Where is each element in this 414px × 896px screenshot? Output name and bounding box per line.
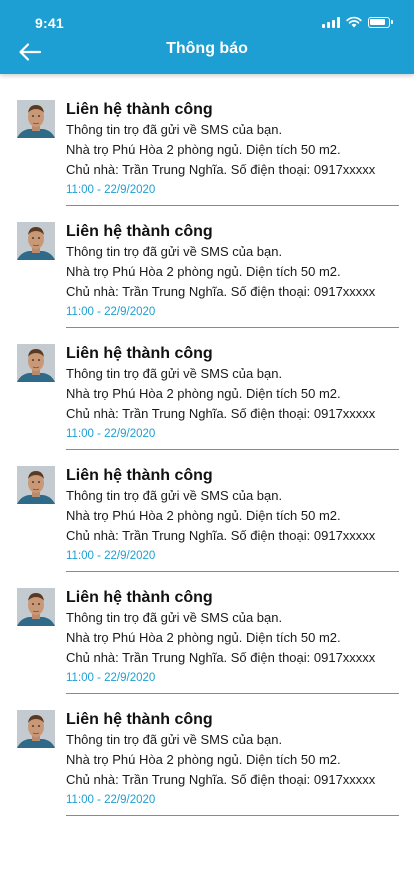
notification-owner-info: Chủ nhà: Trần Trung Nghĩa. Số điện thoại… [66, 650, 376, 665]
notification-owner-info: Chủ nhà: Trần Trung Nghĩa. Số điện thoại… [66, 162, 376, 177]
notification-content: Liên hệ thành công Thông tin trọ đã gửi … [66, 466, 406, 565]
notification-item[interactable]: Liên hệ thành công Thông tin trọ đã gửi … [0, 218, 414, 340]
notification-time: 11:00 - 22/9/2020 [66, 550, 156, 562]
app-header: 9:41 Thông báo [0, 0, 414, 74]
status-time: 9:41 [35, 15, 64, 31]
notification-message: Thông tin trọ đã gửi về SMS của bạn. [66, 366, 283, 381]
notification-title: Liên hệ thành công [66, 223, 213, 240]
notification-message: Thông tin trọ đã gửi về SMS của bạn. [66, 244, 283, 259]
notification-time: 11:00 - 22/9/2020 [66, 306, 156, 318]
avatar [17, 100, 55, 138]
notification-item[interactable]: Liên hệ thành công Thông tin trọ đã gửi … [0, 462, 414, 584]
notification-title: Liên hệ thành công [66, 589, 213, 606]
page-title: Thông báo [166, 40, 248, 57]
notification-content: Liên hệ thành công Thông tin trọ đã gửi … [66, 710, 406, 809]
notification-time: 11:00 - 22/9/2020 [66, 672, 156, 684]
divider [66, 571, 399, 572]
divider [66, 815, 399, 816]
notification-item[interactable]: Liên hệ thành công Thông tin trọ đã gửi … [0, 584, 414, 706]
notification-owner-info: Chủ nhà: Trần Trung Nghĩa. Số điện thoại… [66, 406, 376, 421]
notification-title: Liên hệ thành công [66, 711, 213, 728]
notification-content: Liên hệ thành công Thông tin trọ đã gửi … [66, 588, 406, 687]
notification-item[interactable]: Liên hệ thành công Thông tin trọ đã gửi … [0, 706, 414, 828]
notification-title: Liên hệ thành công [66, 467, 213, 484]
notification-room-info: Nhà trọ Phú Hòa 2 phòng ngủ. Diện tích 5… [66, 752, 341, 767]
notification-owner-info: Chủ nhà: Trần Trung Nghĩa. Số điện thoại… [66, 772, 376, 787]
avatar [17, 466, 55, 504]
notification-content: Liên hệ thành công Thông tin trọ đã gửi … [66, 222, 406, 321]
avatar [17, 222, 55, 260]
status-bar: 9:41 [0, 0, 414, 40]
notification-time: 11:00 - 22/9/2020 [66, 428, 156, 440]
notification-room-info: Nhà trọ Phú Hòa 2 phòng ngủ. Diện tích 5… [66, 508, 341, 523]
notification-item[interactable]: Liên hệ thành công Thông tin trọ đã gửi … [0, 96, 414, 218]
notification-room-info: Nhà trọ Phú Hòa 2 phòng ngủ. Diện tích 5… [66, 386, 341, 401]
notification-list: Liên hệ thành công Thông tin trọ đã gửi … [0, 96, 414, 828]
avatar [17, 588, 55, 626]
divider [66, 327, 399, 328]
notification-message: Thông tin trọ đã gửi về SMS của bạn. [66, 610, 283, 625]
notification-owner-info: Chủ nhà: Trần Trung Nghĩa. Số điện thoại… [66, 528, 376, 543]
notification-time: 11:00 - 22/9/2020 [66, 794, 156, 806]
notification-room-info: Nhà trọ Phú Hòa 2 phòng ngủ. Diện tích 5… [66, 630, 341, 645]
divider [66, 693, 399, 694]
notification-room-info: Nhà trọ Phú Hòa 2 phòng ngủ. Diện tích 5… [66, 264, 341, 279]
divider [66, 449, 399, 450]
signal-icon [322, 16, 340, 28]
notification-room-info: Nhà trọ Phú Hòa 2 phòng ngủ. Diện tích 5… [66, 142, 341, 157]
wifi-icon [346, 16, 362, 28]
battery-icon [368, 16, 393, 28]
notification-content: Liên hệ thành công Thông tin trọ đã gửi … [66, 100, 406, 199]
notification-content: Liên hệ thành công Thông tin trọ đã gửi … [66, 344, 406, 443]
divider [66, 205, 399, 206]
avatar [17, 710, 55, 748]
avatar [17, 344, 55, 382]
notification-message: Thông tin trọ đã gửi về SMS của bạn. [66, 488, 283, 503]
notification-message: Thông tin trọ đã gửi về SMS của bạn. [66, 122, 283, 137]
notification-message: Thông tin trọ đã gửi về SMS của bạn. [66, 732, 283, 747]
notification-owner-info: Chủ nhà: Trần Trung Nghĩa. Số điện thoại… [66, 284, 376, 299]
notification-time: 11:00 - 22/9/2020 [66, 184, 156, 196]
notification-title: Liên hệ thành công [66, 345, 213, 362]
status-icons [322, 16, 393, 28]
notification-item[interactable]: Liên hệ thành công Thông tin trọ đã gửi … [0, 340, 414, 462]
notification-title: Liên hệ thành công [66, 101, 213, 118]
